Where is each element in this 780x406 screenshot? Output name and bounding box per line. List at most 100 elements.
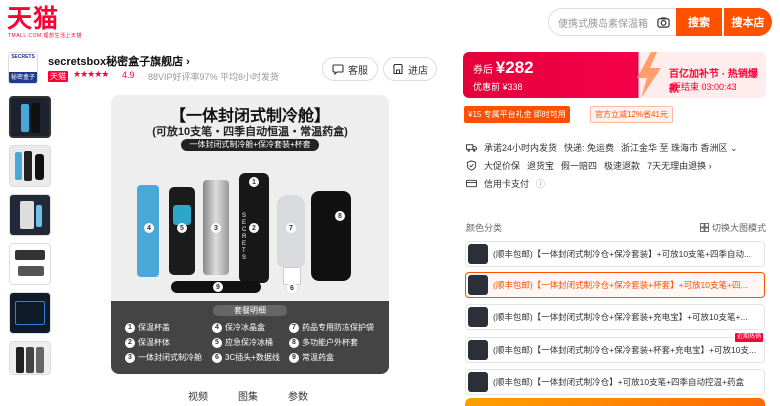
tab-gallery[interactable]: 图集 xyxy=(238,388,258,403)
label-1: 1 xyxy=(249,177,259,187)
sku-thumb xyxy=(468,372,488,392)
promo-price: 券后 ¥282 xyxy=(473,58,534,78)
sku-thumb xyxy=(468,307,488,327)
sku-option-1[interactable]: (顺丰包邮)【一体封闭式制冷仓+保冷套装】+可放10支笔+四季自动... xyxy=(465,241,765,267)
fake-compensation: 假一赔四 xyxy=(561,161,598,171)
label-6: 6 xyxy=(287,283,297,293)
bucket-insert xyxy=(173,205,191,225)
shop-logo-sub: 秘密盒子 xyxy=(9,72,37,83)
search-input[interactable]: 便携式胰岛素保温箱 xyxy=(548,8,676,36)
rating-score: 4.9 xyxy=(122,70,135,80)
thumbnail-6[interactable] xyxy=(9,341,51,375)
sku-option-label: (顺丰包邮)【一体封闭式制冷仓+保冷套装+杯套+充电宝】+可放10支... xyxy=(493,345,757,355)
sku-option-2[interactable]: (顺丰包邮)【一体封闭式制冷仓+保冷套装+杯套】+可放10支笔+四... xyxy=(465,272,765,298)
shop-logo-text: SECRETS xyxy=(9,53,37,72)
final-price: ¥282 xyxy=(495,58,534,77)
product-brand-label: SECRETS xyxy=(242,213,247,261)
label-3: 3 xyxy=(211,223,221,233)
sku-thumb xyxy=(468,275,488,295)
sku-option-5[interactable]: (顺丰包邮)【一体封闭式制冷仓】+可放10支笔+四季自动控温+药盒 xyxy=(465,369,765,395)
enter-store-button[interactable]: 进店 xyxy=(383,57,437,81)
package-item-1: 1 保温杯盖 xyxy=(125,322,170,333)
promo-countdown: 距结束 03:00:43 xyxy=(672,82,737,92)
package-item-4: 4 保冷冰晶盒 xyxy=(212,322,265,333)
image-band: 一体封闭式制冷舱+保冷套装+杯套 xyxy=(181,139,319,151)
label-2: 2 xyxy=(249,223,259,233)
sku-option-label: (顺丰包邮)【一体封闭式制冷仓+保冷套装+杯套】+可放10支笔+四... xyxy=(493,280,748,290)
package-item-5: 5 应急保冷冰桶 xyxy=(212,337,273,348)
credit-card-icon xyxy=(466,179,477,188)
thumbnail-4[interactable] xyxy=(9,243,51,285)
return-insurance: 退货宝 xyxy=(527,161,555,171)
thumbnail-1[interactable] xyxy=(9,96,51,138)
chat-icon xyxy=(332,64,344,75)
color-category-label: 颜色分类 xyxy=(466,223,503,233)
package-item-3: 3 一体封闭式制冷舱 xyxy=(125,352,202,363)
truck-icon xyxy=(466,144,477,152)
original-price: 优惠前 ¥338 xyxy=(473,82,523,92)
image-subtitle: (可放10支笔・四季自动恒温・常温药盒) xyxy=(152,126,348,138)
customer-service-label: 客服 xyxy=(348,65,368,77)
package-panel-title: 套餐明细 xyxy=(213,305,287,316)
main-product-image[interactable]: 【一体封闭式制冷舱】 (可放10支笔・四季自动恒温・常温药盒) 一体封闭式制冷舱… xyxy=(111,95,389,374)
ship-promise: 承诺24小时内发货 xyxy=(484,143,558,153)
ship-fee: 快递: 免运费 xyxy=(564,143,615,153)
search-button[interactable]: 搜索 xyxy=(676,8,722,36)
credit-card-pay: 信用卡支付 xyxy=(484,179,530,189)
coupon-price-label: 券后 xyxy=(473,65,493,76)
official-discount[interactable]: 官方立减12%省41元 xyxy=(590,106,673,123)
sku-thumb xyxy=(468,244,488,264)
outdoor-cup-sleeve xyxy=(311,191,351,281)
fast-refund: 极速退款 xyxy=(604,161,641,171)
shield-icon xyxy=(466,160,477,171)
promo-banner[interactable]: 券后 ¥282 优惠前 ¥338 百亿加补节 · 热销爆款 距结束 03:00:… xyxy=(463,52,766,98)
package-item-8: 8 多功能户外杯套 xyxy=(289,337,358,348)
sku-option-label: (顺丰包邮)【一体封闭式制冷仓】+可放10支笔+四季自动控温+药盒 xyxy=(493,377,745,387)
label-5: 5 xyxy=(177,223,187,233)
price-protect: 大促价保 xyxy=(484,161,521,171)
shop-name[interactable]: secretsbox秘密盒子旗舰店 › xyxy=(48,53,190,69)
label-7: 7 xyxy=(286,223,296,233)
payment-line: 信用卡支付 ⓘ xyxy=(466,177,545,190)
seven-day-return[interactable]: 7天无理由退换 › xyxy=(647,159,712,172)
label-9: 9 xyxy=(213,282,223,292)
rating-stars: ★★★★★ xyxy=(73,69,109,79)
sku-option-3[interactable]: (顺丰包邮)【一体封闭式制冷仓+保冷套装+充电宝】+可放10支笔+... xyxy=(465,304,765,330)
hot-sale-badge: 近期热销 xyxy=(735,333,764,342)
shipping-line: 承诺24小时内发货 快递: 免运费 浙江金华 至 珠海市 香洲区 ⌄ xyxy=(466,141,738,154)
tab-video[interactable]: 视频 xyxy=(188,388,208,403)
grid-icon xyxy=(700,223,709,232)
large-image-toggle-label: 切换大图模式 xyxy=(712,223,767,233)
thumbnail-5[interactable] xyxy=(9,292,51,334)
package-item-9: 9 常温药盒 xyxy=(289,352,334,363)
sku-option-4[interactable]: (顺丰包邮)【一体封闭式制冷仓+保冷套装+杯套+充电宝】+可放10支... xyxy=(465,337,765,363)
search-placeholder: 便携式胰岛素保温箱 xyxy=(558,18,648,30)
tmall-logo[interactable]: 天猫 xyxy=(7,6,59,32)
shop-logo[interactable]: SECRETS 秘密盒子 xyxy=(8,52,38,84)
package-item-7: 7 药品专用防冻保护袋 xyxy=(289,322,374,333)
package-item-6: 6 3C插头+数据线 xyxy=(212,352,280,363)
store-icon xyxy=(392,63,404,75)
lightning-icon xyxy=(637,52,661,98)
thumbnail-3[interactable] xyxy=(9,194,51,236)
platform-coupon[interactable]: ¥15 专属平台礼金 即时可用 xyxy=(464,106,570,123)
gallery-tabs: 视频 图集 参数 xyxy=(188,388,308,403)
guarantee-line: 大促价保 退货宝 假一赔四 极速退款 7天无理由退换 › xyxy=(466,159,712,172)
search-store-button[interactable]: 搜本店 xyxy=(724,8,772,36)
tab-params[interactable]: 参数 xyxy=(288,388,308,403)
thumbnail-2[interactable] xyxy=(9,145,51,187)
enter-store-label: 进店 xyxy=(408,65,428,77)
camera-icon[interactable] xyxy=(657,16,670,29)
shop-meta: 88VIP好评率97% 平均8小时发货 xyxy=(148,72,280,82)
info-icon[interactable]: ⓘ xyxy=(536,177,545,190)
large-image-toggle[interactable]: 切换大图模式 xyxy=(700,221,766,234)
customer-service-button[interactable]: 客服 xyxy=(322,57,378,81)
tmall-slogan: TMALL.COM 理想生活上天猫 xyxy=(8,33,83,39)
package-item-2: 2 保温杯体 xyxy=(125,337,170,348)
ship-route[interactable]: 浙江金华 至 珠海市 香洲区 ⌄ xyxy=(621,141,738,154)
label-4: 4 xyxy=(144,223,154,233)
buy-bar[interactable] xyxy=(465,398,765,406)
tmall-badge: 天猫 xyxy=(48,71,68,82)
sku-option-label: (顺丰包邮)【一体封闭式制冷仓+保冷套装+充电宝】+可放10支笔+... xyxy=(493,312,748,322)
label-8: 8 xyxy=(335,211,345,221)
